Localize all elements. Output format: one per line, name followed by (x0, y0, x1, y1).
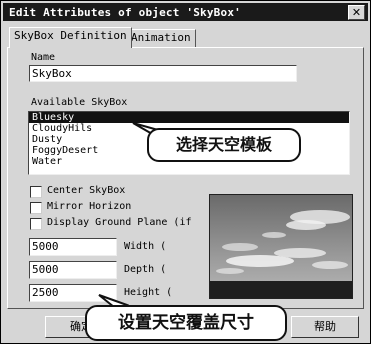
callout-select-template: 选择天空模板 (147, 128, 301, 162)
tab-skybox-definition[interactable]: SkyBox Definition (9, 27, 132, 48)
available-skybox-label: Available SkyBox (31, 97, 128, 108)
name-label: Name (31, 52, 56, 63)
display-ground-plane-checkbox[interactable] (30, 218, 42, 230)
callout-set-size: 设置天空覆盖尺寸 (85, 305, 287, 341)
width-label: Width ( (124, 241, 167, 252)
display-ground-plane-label: Display Ground Plane (if (47, 217, 192, 228)
tab-animation[interactable]: Animation (126, 29, 196, 47)
depth-input[interactable]: 5000 (29, 261, 117, 279)
center-skybox-checkbox[interactable] (30, 186, 42, 198)
mirror-horizon-label: Mirror Horizon (47, 201, 132, 212)
mirror-horizon-checkbox[interactable] (30, 202, 42, 214)
edit-attributes-dialog: Edit Attributes of object 'SkyBox' ✕ Sky… (0, 0, 371, 344)
close-icon[interactable]: ✕ (348, 5, 365, 20)
title-bar: Edit Attributes of object 'SkyBox' ✕ (3, 3, 368, 21)
window-title: Edit Attributes of object 'SkyBox' (9, 6, 241, 19)
center-skybox-label: Center SkyBox (47, 185, 126, 196)
help-button[interactable]: 帮助 (291, 316, 359, 338)
list-item-bluesky[interactable]: Bluesky (29, 112, 349, 123)
width-input[interactable]: 5000 (29, 238, 117, 256)
name-input[interactable]: SkyBox (29, 65, 297, 82)
height-label: Height ( (124, 287, 173, 298)
skybox-preview-image (209, 194, 353, 299)
depth-label: Depth ( (124, 264, 167, 275)
